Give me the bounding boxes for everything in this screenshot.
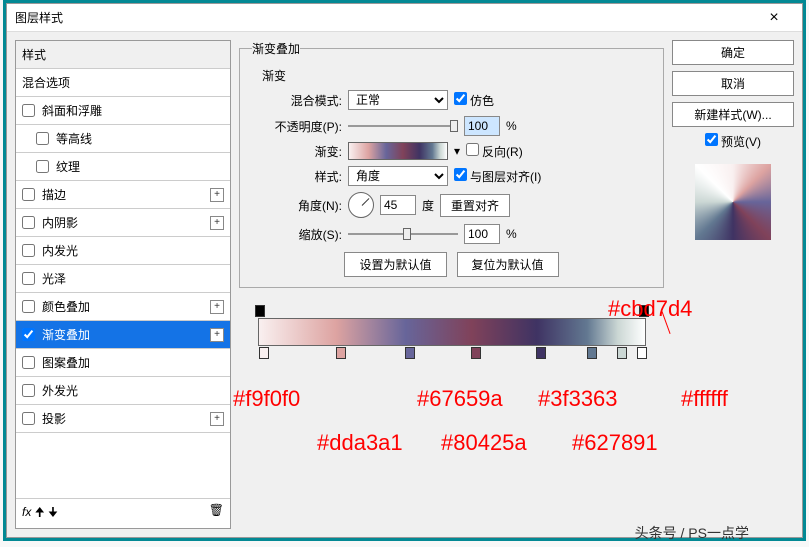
section-subtitle: 渐变	[262, 67, 651, 84]
sidebar-pattern-overlay[interactable]: 图案叠加	[16, 349, 230, 377]
center-panel: 渐变叠加 渐变 混合模式: 正常 仿色 不透明度(P): % 渐变: ▾ 反向(…	[239, 40, 664, 529]
angle-dial[interactable]	[348, 192, 374, 218]
style-select[interactable]: 角度	[348, 166, 448, 186]
sidebar-gradient-overlay[interactable]: 渐变叠加+	[16, 321, 230, 349]
sidebar-bevel[interactable]: 斜面和浮雕	[16, 97, 230, 125]
color-stop-6[interactable]	[587, 347, 597, 359]
opacity-slider[interactable]	[348, 125, 458, 127]
gradient-bar[interactable]	[258, 318, 646, 346]
add-drop-shadow-icon[interactable]: +	[210, 412, 224, 426]
sidebar-outer-glow[interactable]: 外发光	[16, 377, 230, 405]
style-label: 样式:	[252, 168, 342, 185]
color-stop-5[interactable]	[536, 347, 546, 359]
preview-option[interactable]: 预览(V)	[672, 133, 794, 150]
color-stop-7[interactable]	[617, 347, 627, 359]
reverse-option[interactable]: 反向(R)	[466, 143, 523, 160]
gradient-overlay-checkbox[interactable]	[22, 328, 35, 341]
preview-checkbox[interactable]	[705, 133, 718, 146]
scale-slider[interactable]	[348, 233, 458, 235]
scale-thumb[interactable]	[403, 228, 411, 240]
color-stop-2[interactable]	[336, 347, 346, 359]
gradient-label: 渐变:	[252, 143, 342, 160]
sidebar-texture[interactable]: 纹理	[16, 153, 230, 181]
dither-option[interactable]: 仿色	[454, 92, 494, 109]
scale-label: 缩放(S):	[252, 226, 342, 243]
opacity-stop-left[interactable]	[255, 305, 265, 317]
close-icon[interactable]: ×	[754, 9, 794, 27]
gradient-picker[interactable]	[348, 142, 448, 160]
pattern-overlay-checkbox[interactable]	[22, 356, 35, 369]
ok-button[interactable]: 确定	[672, 40, 794, 65]
layer-style-dialog: 图层样式 × 样式 混合选项 斜面和浮雕 等高线 纹理 描边+ 内阴影+ 内发光…	[6, 3, 803, 538]
percent-label-2: %	[506, 227, 517, 241]
opacity-label: 不透明度(P):	[252, 118, 342, 135]
gradient-editor	[239, 318, 664, 346]
inner-shadow-checkbox[interactable]	[22, 216, 35, 229]
stroke-checkbox[interactable]	[22, 188, 35, 201]
gradient-overlay-group: 渐变叠加 渐变 混合模式: 正常 仿色 不透明度(P): % 渐变: ▾ 反向(…	[239, 40, 664, 288]
sidebar-blend-options[interactable]: 混合选项	[16, 69, 230, 97]
cancel-button[interactable]: 取消	[672, 71, 794, 96]
angle-unit: 度	[422, 197, 434, 214]
up-arrow-icon[interactable]: 🠉	[35, 505, 45, 519]
dialog-title: 图层样式	[15, 9, 63, 26]
preview-swatch	[695, 164, 771, 240]
sidebar-inner-glow[interactable]: 内发光	[16, 237, 230, 265]
sidebar-inner-shadow[interactable]: 内阴影+	[16, 209, 230, 237]
inner-glow-checkbox[interactable]	[22, 244, 35, 257]
sidebar-footer: fx 🠉 🠋 🗑	[16, 498, 230, 528]
titlebar: 图层样式 ×	[7, 4, 802, 32]
add-stroke-icon[interactable]: +	[210, 188, 224, 202]
opacity-thumb[interactable]	[450, 120, 458, 132]
blend-mode-label: 混合模式:	[252, 92, 342, 109]
add-gradient-overlay-icon[interactable]: +	[210, 328, 224, 342]
dither-checkbox[interactable]	[454, 92, 467, 105]
watermark: 头条号 / PS一点学	[635, 523, 749, 543]
opacity-input[interactable]	[464, 116, 500, 136]
scale-input[interactable]	[464, 224, 500, 244]
reverse-checkbox[interactable]	[466, 143, 479, 156]
color-stop-3[interactable]	[405, 347, 415, 359]
sidebar-color-overlay[interactable]: 颜色叠加+	[16, 293, 230, 321]
add-inner-shadow-icon[interactable]: +	[210, 216, 224, 230]
outer-glow-checkbox[interactable]	[22, 384, 35, 397]
reset-default-button[interactable]: 复位为默认值	[457, 252, 559, 277]
align-layer-option[interactable]: 与图层对齐(I)	[454, 168, 541, 185]
reset-align-button[interactable]: 重置对齐	[440, 194, 510, 217]
sidebar-contour[interactable]: 等高线	[16, 125, 230, 153]
down-arrow-icon[interactable]: 🠋	[48, 505, 58, 519]
satin-checkbox[interactable]	[22, 272, 35, 285]
add-color-overlay-icon[interactable]: +	[210, 300, 224, 314]
angle-input[interactable]	[380, 195, 416, 215]
trash-icon[interactable]: 🗑	[209, 503, 224, 524]
color-stop-4[interactable]	[471, 347, 481, 359]
contour-checkbox[interactable]	[36, 132, 49, 145]
dropdown-icon[interactable]: ▾	[454, 144, 460, 158]
align-checkbox[interactable]	[454, 168, 467, 181]
new-style-button[interactable]: 新建样式(W)...	[672, 102, 794, 127]
drop-shadow-checkbox[interactable]	[22, 412, 35, 425]
color-stop-1[interactable]	[259, 347, 269, 359]
section-title: 渐变叠加	[252, 40, 300, 57]
sidebar-header: 样式	[16, 41, 230, 69]
bevel-checkbox[interactable]	[22, 104, 35, 117]
right-panel: 确定 取消 新建样式(W)... 预览(V)	[672, 40, 794, 529]
style-list: 样式 混合选项 斜面和浮雕 等高线 纹理 描边+ 内阴影+ 内发光 光泽 颜色叠…	[15, 40, 231, 529]
sidebar-satin[interactable]: 光泽	[16, 265, 230, 293]
sidebar-drop-shadow[interactable]: 投影+	[16, 405, 230, 433]
color-stop-8[interactable]	[637, 347, 647, 359]
angle-label: 角度(N):	[252, 197, 342, 214]
color-overlay-checkbox[interactable]	[22, 300, 35, 313]
blend-mode-select[interactable]: 正常	[348, 90, 448, 110]
fx-icon[interactable]: fx	[22, 505, 31, 519]
texture-checkbox[interactable]	[36, 160, 49, 173]
opacity-stop-right[interactable]	[639, 305, 649, 317]
set-default-button[interactable]: 设置为默认值	[344, 252, 446, 277]
percent-label: %	[506, 119, 517, 133]
sidebar-stroke[interactable]: 描边+	[16, 181, 230, 209]
